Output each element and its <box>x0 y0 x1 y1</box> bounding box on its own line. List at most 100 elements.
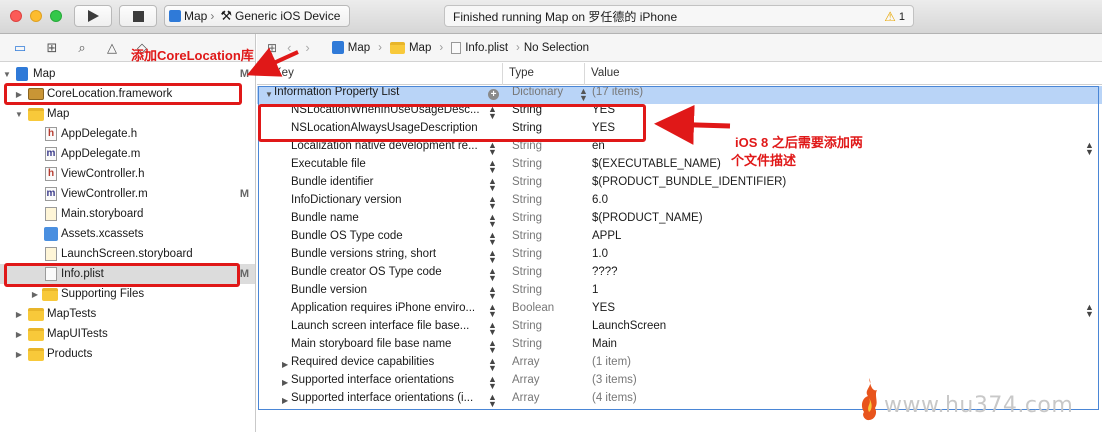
plist-value[interactable]: $(PRODUCT_BUNDLE_IDENTIFIER) <box>592 176 786 188</box>
disclosure-closed-icon[interactable]: ▶ <box>282 378 288 387</box>
nav-item-appdelegate-m[interactable]: m AppDelegate.m <box>0 144 255 164</box>
nav-item-supporting-files[interactable]: ▶ Supporting Files <box>0 284 255 304</box>
plist-key[interactable]: Required device capabilities <box>291 356 485 368</box>
plist-row-root[interactable]: ▼ Information Property List + Dictionary… <box>257 86 1102 104</box>
plist-type[interactable]: String <box>512 266 542 278</box>
plist-key[interactable]: Bundle creator OS Type code <box>291 266 481 278</box>
disclosure-closed-icon[interactable]: ▶ <box>14 90 24 99</box>
plist-key[interactable]: InfoDictionary version <box>291 194 481 206</box>
plist-type[interactable]: String <box>512 230 542 242</box>
back-arrow-icon[interactable]: ‹ <box>287 40 291 55</box>
breadcrumb-selection[interactable]: No Selection <box>524 42 589 54</box>
plist-value[interactable]: YES <box>592 302 615 314</box>
value-stepper-icon[interactable]: ▲ ▼ <box>1085 303 1094 319</box>
key-stepper-icon[interactable]: ▲ ▼ <box>488 177 497 193</box>
plist-type[interactable]: String <box>512 140 542 152</box>
nav-item-maptests[interactable]: ▶ MapTests <box>0 304 255 324</box>
plist-key[interactable]: NSLocationWhenInUseUsageDesc... <box>291 104 481 116</box>
stop-button[interactable] <box>119 5 157 27</box>
plist-type[interactable]: String <box>512 158 542 170</box>
plist-key[interactable]: Launch screen interface file base... <box>291 320 485 332</box>
key-stepper-icon[interactable]: ▲ ▼ <box>488 213 497 229</box>
nav-item-viewcontroller-h[interactable]: h ViewController.h <box>0 164 255 184</box>
key-stepper-icon[interactable]: ▲ ▼ <box>488 159 497 175</box>
scheme-selector[interactable]: Map › ⚒ Generic iOS Device <box>164 5 350 27</box>
plist-type[interactable]: Array <box>512 356 539 368</box>
type-stepper-icon[interactable]: ▲ ▼ <box>579 87 588 103</box>
key-stepper-icon[interactable]: ▲ ▼ <box>488 141 497 157</box>
column-divider[interactable] <box>584 63 585 85</box>
disclosure-closed-icon[interactable]: ▶ <box>14 310 24 319</box>
run-button[interactable] <box>74 5 112 27</box>
plist-row[interactable]: Bundle OS Type code ▲ ▼ String APPL <box>257 230 1102 248</box>
nav-item-launchscreen[interactable]: LaunchScreen.storyboard <box>0 244 255 264</box>
plist-row[interactable]: Localization native development re... ▲ ▼… <box>257 140 1102 158</box>
plist-row[interactable]: Main storyboard file base name ▲ ▼ String… <box>257 338 1102 356</box>
breadcrumb-file[interactable]: Info.plist › <box>451 41 520 54</box>
plist-key[interactable]: Localization native development re... <box>291 140 485 152</box>
disclosure-open-icon[interactable]: ▼ <box>2 70 12 79</box>
plist-type[interactable]: String <box>512 212 542 224</box>
plist-row[interactable]: Bundle creator OS Type code ▲ ▼ String ??… <box>257 266 1102 284</box>
disclosure-closed-icon[interactable]: ▶ <box>282 360 288 369</box>
plist-row[interactable]: Executable file ▲ ▼ String $(EXECUTABLE_N… <box>257 158 1102 176</box>
value-stepper-icon[interactable]: ▲ ▼ <box>1085 141 1094 157</box>
plist-type[interactable]: Array <box>512 374 539 386</box>
nav-item-map-group[interactable]: ▼ Map <box>0 104 255 124</box>
issue-icon[interactable]: △ <box>104 40 120 56</box>
breadcrumb-project[interactable]: Map › <box>331 41 382 54</box>
nav-item-products[interactable]: ▶ Products <box>0 344 255 364</box>
plist-key[interactable]: Bundle OS Type code <box>291 230 481 242</box>
plist-key[interactable]: NSLocationAlwaysUsageDescription <box>291 122 491 134</box>
plist-type[interactable]: String <box>512 122 542 134</box>
nav-item-mapuitests[interactable]: ▶ MapUITests <box>0 324 255 344</box>
nav-item-assets[interactable]: Assets.xcassets <box>0 224 255 244</box>
plist-value[interactable]: ???? <box>592 266 618 278</box>
key-stepper-icon[interactable]: ▲ ▼ <box>488 105 497 121</box>
plist-type[interactable]: String <box>512 338 542 350</box>
column-header-key[interactable]: Key <box>274 67 294 79</box>
column-header-type[interactable]: Type <box>509 67 534 79</box>
disclosure-closed-icon[interactable]: ▶ <box>282 396 288 405</box>
nav-item-project[interactable]: ▼ Map M <box>0 64 255 84</box>
key-stepper-icon[interactable]: ▲ ▼ <box>488 357 497 373</box>
plist-row[interactable]: Bundle version ▲ ▼ String 1 <box>257 284 1102 302</box>
plist-key[interactable]: Bundle version <box>291 284 481 296</box>
plist-type[interactable]: String <box>512 194 542 206</box>
plist-type[interactable]: String <box>512 284 542 296</box>
plist-type[interactable]: Boolean <box>512 302 554 314</box>
plist-value[interactable]: en <box>592 140 605 152</box>
nav-item-main-storyboard[interactable]: Main.storyboard <box>0 204 255 224</box>
column-header-value[interactable]: Value <box>591 67 620 79</box>
nav-item-corelocation[interactable]: ▶ CoreLocation.framework <box>0 84 255 104</box>
plist-row[interactable]: Bundle versions string, short ▲ ▼ String … <box>257 248 1102 266</box>
key-stepper-icon[interactable]: ▲ ▼ <box>488 231 497 247</box>
minimize-window-button[interactable] <box>30 10 42 22</box>
plist-key[interactable]: Executable file <box>291 158 481 170</box>
plist-key[interactable]: Bundle name <box>291 212 481 224</box>
plist-type[interactable]: String <box>512 176 542 188</box>
breadcrumb-group[interactable]: Map › <box>389 41 443 54</box>
search-icon[interactable]: ⌕ <box>74 40 90 56</box>
plist-value[interactable]: $(PRODUCT_NAME) <box>592 212 703 224</box>
plist-row[interactable]: ▶ Supported interface orientations ▲ ▼ Ar… <box>257 374 1102 392</box>
plist-type[interactable]: Array <box>512 392 539 404</box>
disclosure-open-icon[interactable]: ▼ <box>14 110 24 119</box>
key-stepper-icon[interactable]: ▲ ▼ <box>488 339 497 355</box>
folder-icon[interactable]: ▭ <box>12 40 28 56</box>
column-divider[interactable] <box>502 63 503 85</box>
key-stepper-icon[interactable]: ▲ ▼ <box>488 393 497 409</box>
plist-type[interactable]: String <box>512 104 542 116</box>
plist-row[interactable]: Bundle name ▲ ▼ String $(PRODUCT_NAME) <box>257 212 1102 230</box>
plist-value[interactable]: Main <box>592 338 617 350</box>
key-stepper-icon[interactable]: ▲ ▼ <box>488 321 497 337</box>
plist-row[interactable]: NSLocationWhenInUseUsageDesc... ▲ ▼ Strin… <box>257 104 1102 122</box>
key-stepper-icon[interactable]: ▲ ▼ <box>488 267 497 283</box>
plist-key[interactable]: Supported interface orientations <box>291 374 485 386</box>
plist-row[interactable]: InfoDictionary version ▲ ▼ String 6.0 <box>257 194 1102 212</box>
nav-item-info-plist[interactable]: Info.plist M <box>0 264 255 284</box>
plist-type[interactable]: String <box>512 248 542 260</box>
plist-value[interactable]: YES <box>592 122 615 134</box>
plist-type[interactable]: String <box>512 320 542 332</box>
plist-key[interactable]: Bundle versions string, short <box>291 248 481 260</box>
